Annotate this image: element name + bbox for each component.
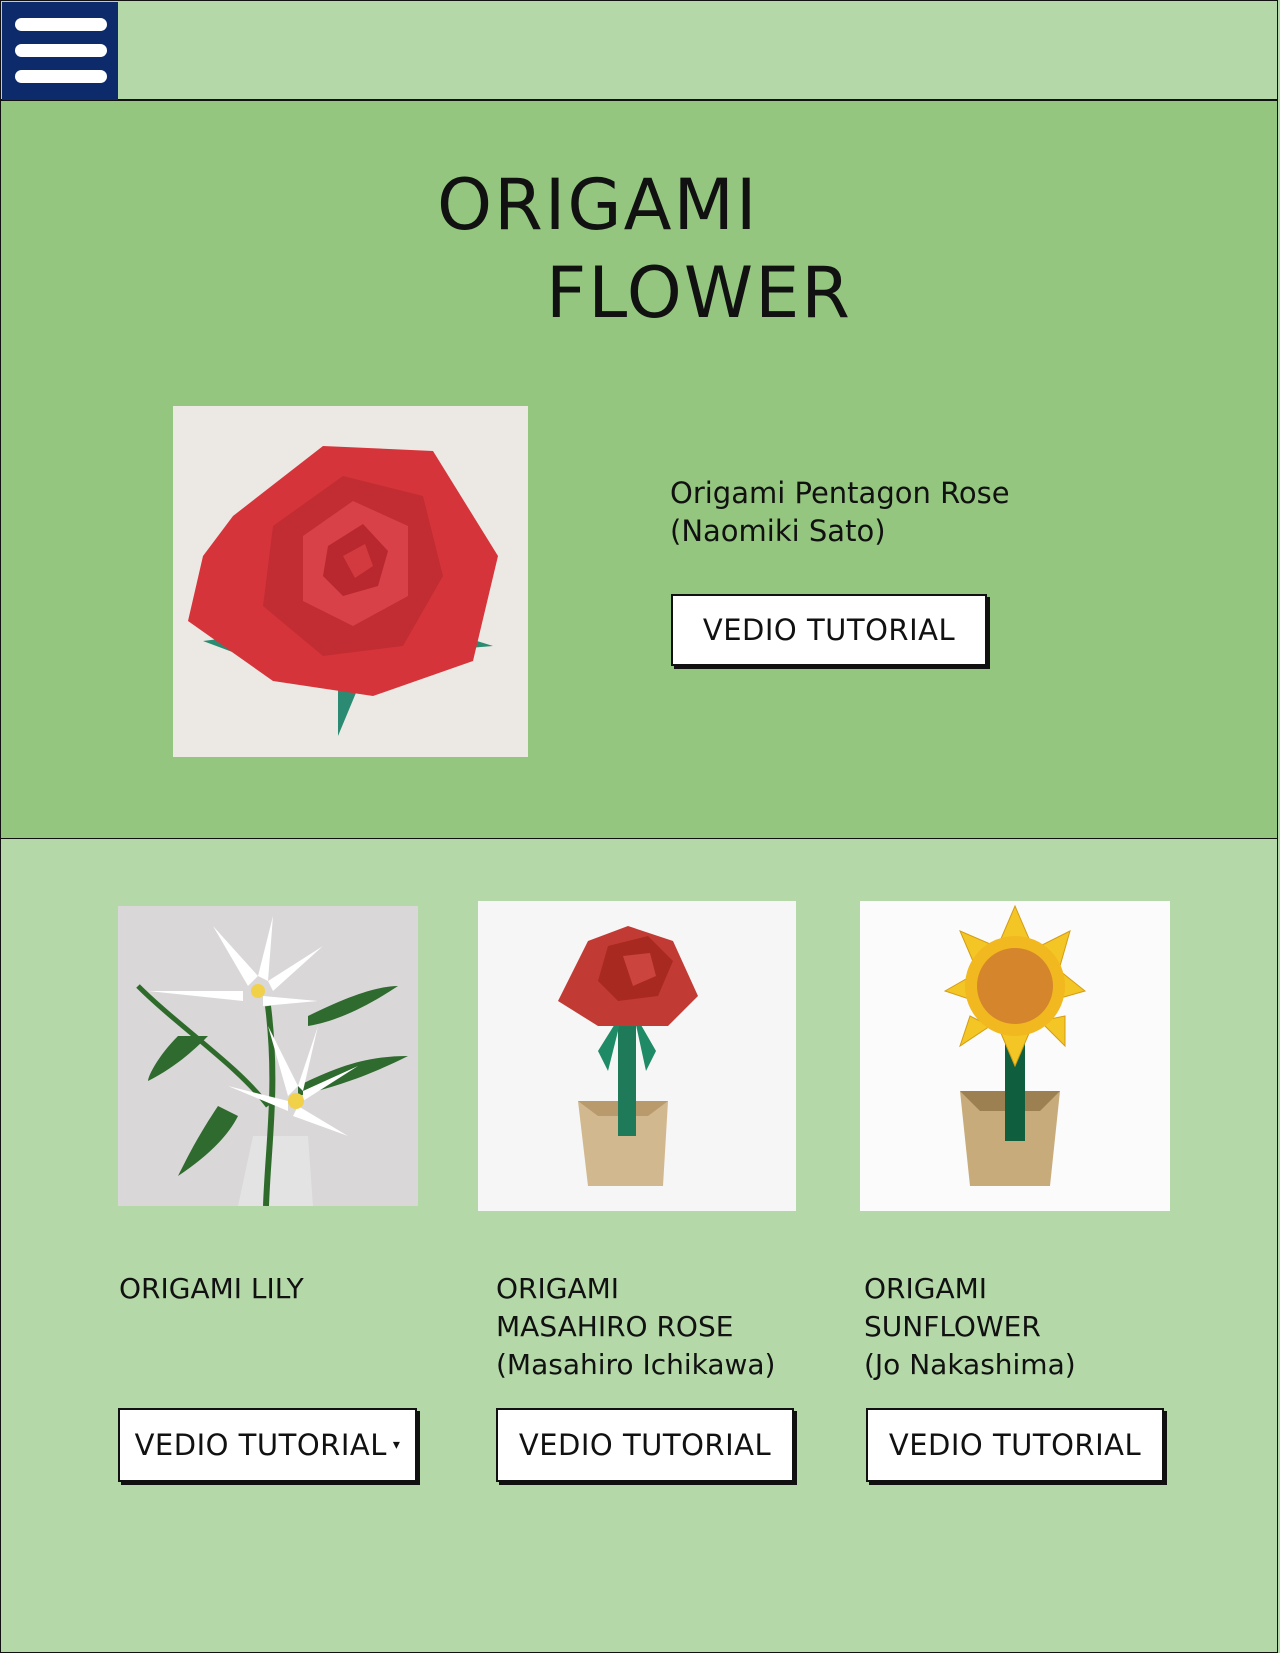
masahiro-rose-title-line1: ORIGAMI	[496, 1272, 620, 1305]
masahiro-rose-image	[478, 901, 796, 1211]
sunflower-title-line2: SUNFLOWER	[864, 1310, 1041, 1343]
masahiro-rose-author: (Masahiro Ichikawa)	[496, 1348, 776, 1381]
lily-image	[118, 906, 418, 1206]
hero-flower-name: Origami Pentagon Rose (Naomiki Sato)	[670, 474, 1010, 550]
page-title-line2: FLOWER	[546, 252, 852, 334]
lily-card-text: ORIGAMI LILY	[119, 1270, 304, 1308]
hero-flower-author: (Naomiki Sato)	[670, 514, 886, 548]
menu-bar-line	[15, 44, 107, 57]
lily-video-tutorial-button[interactable]: VEDIO TUTORIAL ▾	[118, 1408, 417, 1482]
pentagon-rose-image	[173, 406, 528, 757]
masahiro-rose-card-text: ORIGAMI MASAHIRO ROSE (Masahiro Ichikawa…	[496, 1270, 775, 1384]
lily-button-label: VEDIO TUTORIAL	[134, 1428, 387, 1462]
sunflower-image	[860, 901, 1170, 1211]
hero-video-tutorial-button[interactable]: VEDIO TUTORIAL	[671, 594, 987, 666]
sunflower-title-line1: ORIGAMI	[864, 1272, 988, 1305]
menu-bar-line	[15, 70, 107, 83]
menu-bar-line	[15, 18, 107, 31]
masahiro-rose-title-line2: MASAHIRO ROSE	[496, 1310, 734, 1343]
hero-flower-title: Origami Pentagon Rose	[670, 476, 1010, 510]
top-bar	[0, 0, 1278, 100]
sunflower-author: (Jo Nakashima)	[864, 1348, 1076, 1381]
lily-title: ORIGAMI LILY	[119, 1272, 304, 1305]
hamburger-menu-button[interactable]	[2, 2, 118, 100]
masahiro-rose-video-tutorial-button[interactable]: VEDIO TUTORIAL	[496, 1408, 794, 1482]
caret-down-icon: ▾	[392, 1437, 401, 1453]
page-title-line1: ORIGAMI	[437, 164, 759, 246]
sunflower-card-text: ORIGAMI SUNFLOWER (Jo Nakashima)	[864, 1270, 1076, 1384]
sunflower-video-tutorial-button[interactable]: VEDIO TUTORIAL	[866, 1408, 1164, 1482]
